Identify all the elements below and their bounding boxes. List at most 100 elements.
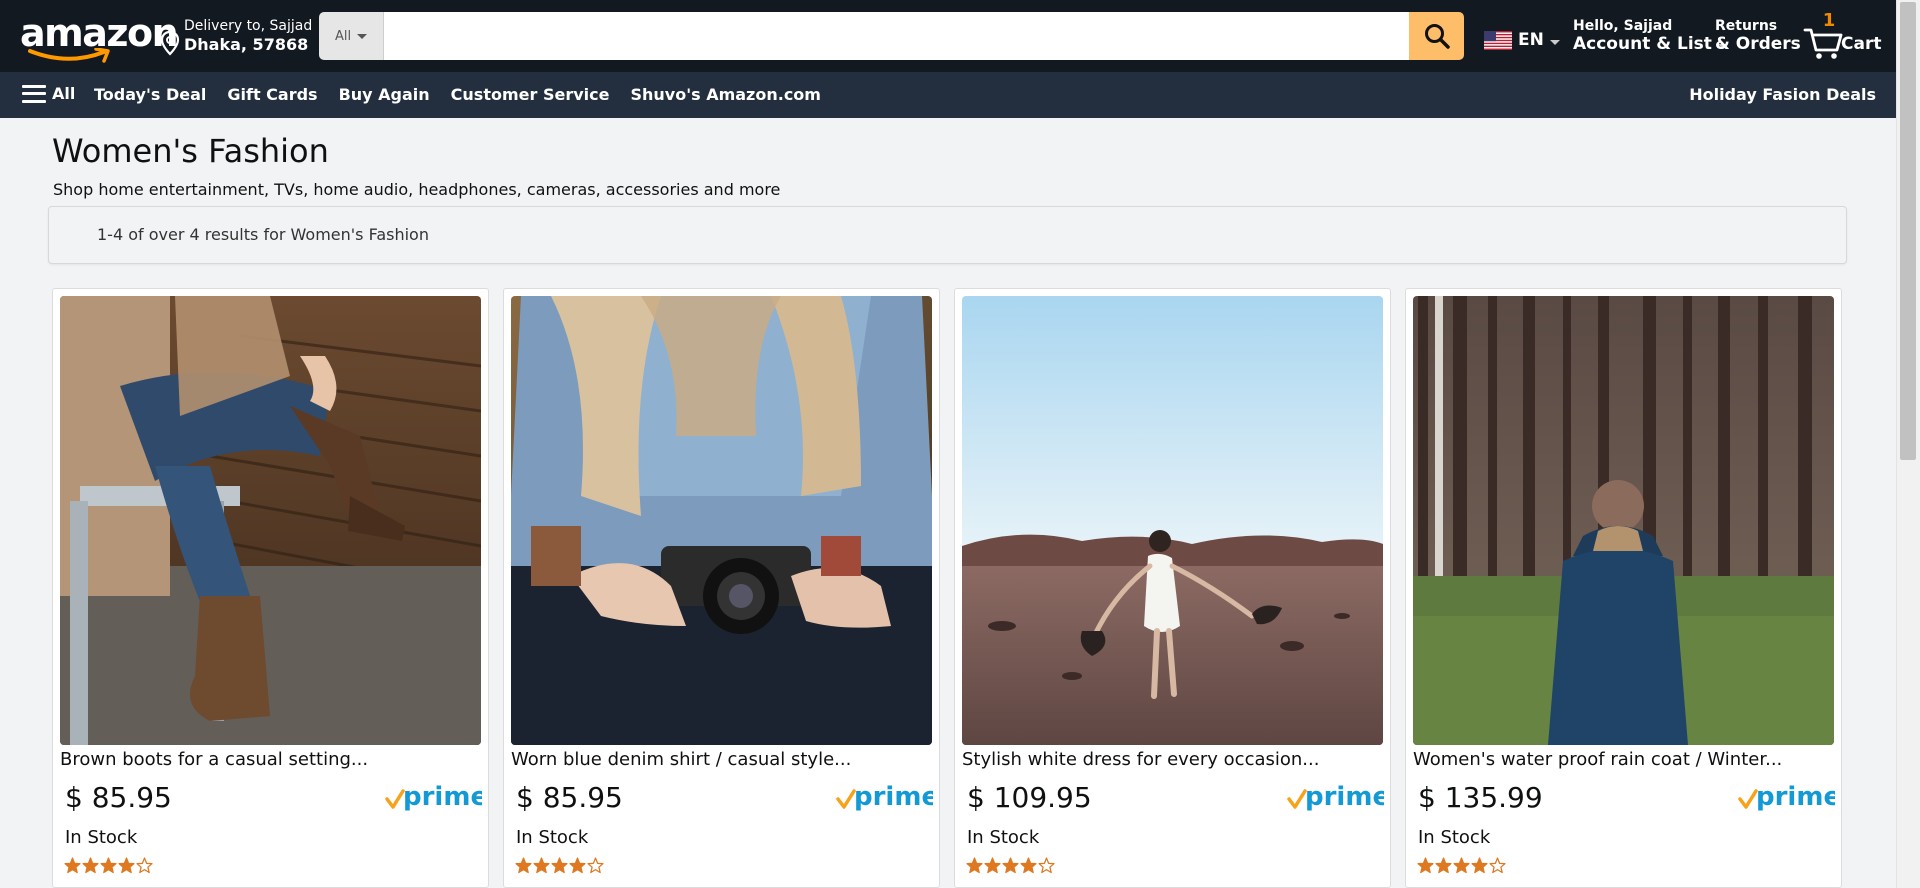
star-filled-icon xyxy=(551,857,568,874)
language-selector[interactable]: EN xyxy=(1484,30,1560,50)
nav-link-customer-service[interactable]: Customer Service xyxy=(451,85,610,104)
star-filled-icon xyxy=(118,857,135,874)
product-title[interactable]: Stylish white dress for every occasion..… xyxy=(962,749,1387,770)
nav-bar: All Today's Deal Gift Cards Buy Again Cu… xyxy=(0,72,1896,118)
prime-text: prime xyxy=(403,783,482,812)
nav-link-gift-cards[interactable]: Gift Cards xyxy=(227,85,317,104)
star-empty-icon xyxy=(1489,857,1506,874)
product-grid: Brown boots for a casual setting... $ 85… xyxy=(52,288,1842,888)
delivery-location[interactable]: Delivery to, Sajjad Dhaka, 57868 xyxy=(160,18,312,56)
stock-status: In Stock xyxy=(65,827,138,848)
star-filled-icon xyxy=(1417,857,1434,874)
denim-shirt-photo xyxy=(511,296,932,745)
star-filled-icon xyxy=(984,857,1001,874)
product-card[interactable]: Worn blue denim shirt / casual style... … xyxy=(503,288,940,888)
rating-stars xyxy=(515,857,604,874)
page-subtitle: Shop home entertainment, TVs, home audio… xyxy=(53,180,781,199)
product-price: $ 85.95 xyxy=(65,781,172,814)
product-card[interactable]: Brown boots for a casual setting... $ 85… xyxy=(52,288,489,888)
language-label: EN xyxy=(1518,30,1544,50)
pin-icon xyxy=(160,30,180,56)
star-empty-icon xyxy=(1038,857,1055,874)
rating-stars xyxy=(1417,857,1506,874)
nav-all-label: All xyxy=(52,84,76,103)
star-filled-icon xyxy=(1471,857,1488,874)
stock-status: In Stock xyxy=(1418,827,1491,848)
rating-stars xyxy=(64,857,153,874)
star-filled-icon xyxy=(1002,857,1019,874)
product-image[interactable] xyxy=(60,296,481,745)
rating-stars xyxy=(966,857,1055,874)
orders-label: & Orders xyxy=(1715,34,1801,54)
amazon-logo[interactable]: amazon xyxy=(20,11,179,63)
star-filled-icon xyxy=(515,857,532,874)
logo-text: amazon xyxy=(20,11,179,55)
account-lists-label: Account & List xyxy=(1573,34,1712,54)
returns-orders[interactable]: Returns & Orders xyxy=(1715,18,1801,54)
prime-badge-icon: prime xyxy=(1287,783,1384,812)
product-price: $ 85.95 xyxy=(516,781,623,814)
nav-links: Today's Deal Gift Cards Buy Again Custom… xyxy=(94,85,821,104)
nav-link-holiday-deals[interactable]: Holiday Fasion Deals xyxy=(1689,85,1876,104)
stock-status: In Stock xyxy=(967,827,1040,848)
delivery-line2: Dhaka, 57868 xyxy=(184,35,309,54)
product-price: $ 135.99 xyxy=(1418,781,1543,814)
star-filled-icon xyxy=(100,857,117,874)
search-input[interactable] xyxy=(384,12,1409,60)
star-filled-icon xyxy=(533,857,550,874)
chevron-down-icon xyxy=(357,33,368,39)
search-category-select[interactable]: All xyxy=(319,12,384,60)
product-card[interactable]: Women's water proof rain coat / Winter..… xyxy=(1405,288,1842,888)
nav-all-menu[interactable]: All xyxy=(22,84,75,103)
page-scrollbar-thumb[interactable] xyxy=(1900,2,1916,460)
cart-icon xyxy=(1803,28,1843,59)
boots-photo xyxy=(60,296,481,745)
account-menu[interactable]: Hello, Sajjad Account & List xyxy=(1573,18,1728,54)
cart-label: Cart xyxy=(1841,34,1882,54)
delivery-text: Delivery to, Sajjad Dhaka, 57868 xyxy=(184,18,312,54)
stock-status: In Stock xyxy=(516,827,589,848)
hamburger-icon xyxy=(22,84,46,103)
star-filled-icon xyxy=(82,857,99,874)
product-price: $ 109.95 xyxy=(967,781,1092,814)
results-bar: 1-4 of over 4 results for Women's Fashio… xyxy=(48,206,1847,264)
star-filled-icon xyxy=(569,857,586,874)
account-lists: Account & List xyxy=(1573,35,1728,54)
nav-link-buy-again[interactable]: Buy Again xyxy=(339,85,430,104)
star-empty-icon xyxy=(136,857,153,874)
prime-badge-icon: prime xyxy=(836,783,933,812)
product-image[interactable] xyxy=(962,296,1383,745)
chevron-down-icon xyxy=(1549,39,1560,45)
search-button[interactable] xyxy=(1409,12,1464,60)
returns-label: Returns xyxy=(1715,18,1778,34)
results-count: 1-4 of over 4 results for Women's Fashio… xyxy=(97,225,429,244)
star-filled-icon xyxy=(64,857,81,874)
product-title[interactable]: Brown boots for a casual setting... xyxy=(60,749,485,770)
product-image[interactable] xyxy=(511,296,932,745)
page-title: Women's Fashion xyxy=(52,132,329,170)
star-filled-icon xyxy=(1453,857,1470,874)
star-filled-icon xyxy=(966,857,983,874)
cart-button[interactable]: 1 Cart xyxy=(1803,10,1881,59)
white-dress-photo xyxy=(962,296,1383,745)
product-title[interactable]: Women's water proof rain coat / Winter..… xyxy=(1413,749,1838,770)
nav-link-todays-deal[interactable]: Today's Deal xyxy=(94,85,206,104)
nav-link-shuvos-amazon[interactable]: Shuvo's Amazon.com xyxy=(630,85,821,104)
us-flag-icon xyxy=(1484,30,1512,50)
logo-smile-icon xyxy=(28,48,110,63)
product-card[interactable]: Stylish white dress for every occasion..… xyxy=(954,288,1391,888)
prime-badge-icon: prime xyxy=(1738,783,1835,812)
star-empty-icon xyxy=(587,857,604,874)
product-image[interactable] xyxy=(1413,296,1834,745)
main-content: Women's Fashion Shop home entertainment,… xyxy=(0,118,1896,888)
product-title[interactable]: Worn blue denim shirt / casual style... xyxy=(511,749,936,770)
top-header: amazon Delivery to, Sajjad Dhaka, 57868 … xyxy=(0,0,1896,72)
account-greeting: Hello, Sajjad xyxy=(1573,18,1673,34)
prime-text: prime xyxy=(854,783,933,812)
delivery-line1: Delivery to, Sajjad xyxy=(184,18,313,34)
star-filled-icon xyxy=(1020,857,1037,874)
prime-text: prime xyxy=(1305,783,1384,812)
prime-badge-icon: prime xyxy=(385,783,482,812)
search-category-label: All xyxy=(334,28,352,44)
search-bar: All xyxy=(319,12,1464,60)
